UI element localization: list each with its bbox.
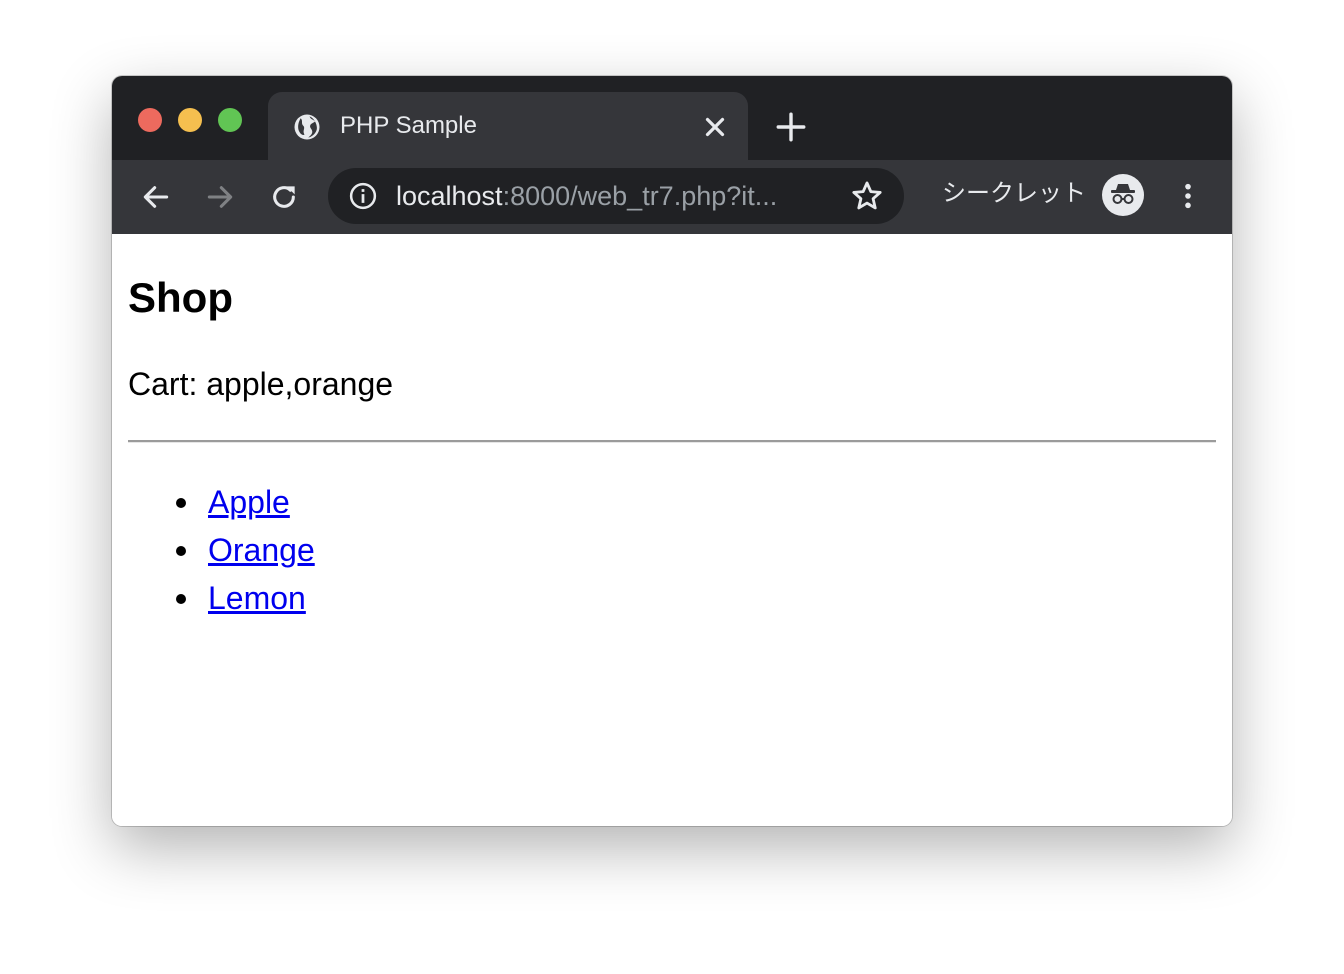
incognito-icon[interactable] [1102,174,1144,216]
tab-title: PHP Sample [340,112,477,139]
kebab-menu-icon[interactable] [1172,180,1204,212]
globe-icon [294,114,320,140]
lemon-link[interactable]: Lemon [208,576,306,620]
cart-status: Cart: apple,orange [128,366,394,402]
address-bar[interactable]: localhost:8000/web_tr7.php?it... [328,168,904,224]
forward-arrow-icon[interactable] [204,181,236,213]
page-content: Shop Cart: apple,orange Apple Orange Lem… [112,234,1232,826]
orange-link[interactable]: Orange [208,528,315,572]
bullet-icon [176,594,186,604]
window-close-button[interactable] [138,108,162,132]
star-icon[interactable] [850,179,884,213]
page-title: Shop [128,274,233,321]
browser-window: PHP Sample localhost:8000/web_tr7.php?it… [112,76,1232,826]
window-maximize-button[interactable] [218,108,242,132]
url-text[interactable]: localhost:8000/web_tr7.php?it... [396,179,836,213]
browser-toolbar: localhost:8000/web_tr7.php?it... シークレット [112,160,1232,234]
reload-icon[interactable] [268,181,300,213]
tab-php-sample[interactable]: PHP Sample [268,92,748,160]
tab-strip: PHP Sample [112,76,1232,160]
window-minimize-button[interactable] [178,108,202,132]
new-tab-plus-icon[interactable] [774,110,808,144]
close-icon[interactable] [700,112,730,142]
url-host: localhost [396,181,503,211]
info-icon[interactable] [348,181,378,211]
bullet-icon [176,546,186,556]
bullet-icon [176,498,186,508]
incognito-label[interactable]: シークレット [942,178,1086,210]
horizontal-rule [128,440,1216,443]
back-arrow-icon[interactable] [140,181,172,213]
url-path: :8000/web_tr7.php?it... [502,181,778,211]
apple-link[interactable]: Apple [208,480,290,524]
